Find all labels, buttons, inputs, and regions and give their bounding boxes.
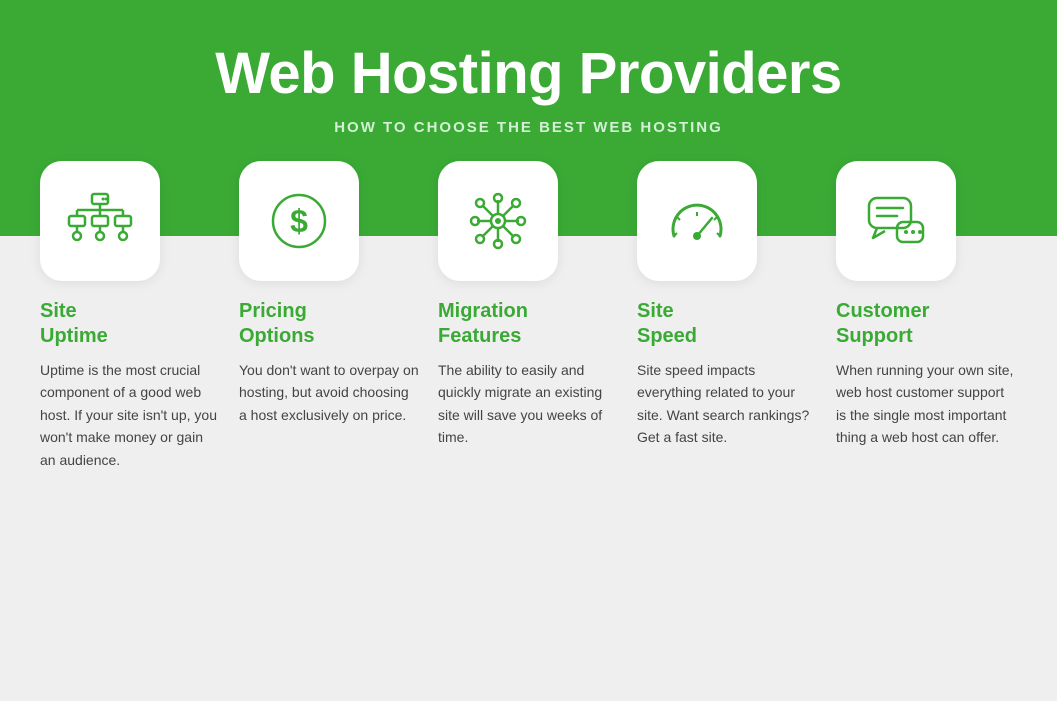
- card-site-speed: SiteSpeed Site speed impacts everything …: [637, 161, 818, 471]
- chat-icon: [861, 186, 931, 256]
- svg-text:$: $: [290, 203, 308, 239]
- card-title-customer-support: CustomerSupport: [836, 299, 929, 349]
- card-title-migration-features: MigrationFeatures: [438, 299, 528, 349]
- card-title-site-uptime: SiteUptime: [40, 299, 108, 349]
- icon-box-site-speed: [637, 161, 757, 281]
- card-desc-customer-support: When running your own site, web host cus…: [836, 359, 1017, 449]
- icon-box-pricing-options: $: [239, 161, 359, 281]
- icon-box-site-uptime: [40, 161, 160, 281]
- icon-box-migration-features: [438, 161, 558, 281]
- card-pricing-options: $ PricingOptions You don't want to overp…: [239, 161, 420, 471]
- card-desc-site-uptime: Uptime is the most crucial component of …: [40, 359, 221, 471]
- card-title-site-speed: SiteSpeed: [637, 299, 697, 349]
- gear-network-icon: [463, 186, 533, 256]
- icon-box-customer-support: [836, 161, 956, 281]
- subtitle: HOW TO CHOOSE THE BEST WEB HOSTING: [334, 119, 723, 136]
- content-section: SiteUptime Uptime is the most crucial co…: [0, 236, 1057, 701]
- speedometer-icon: [662, 186, 732, 256]
- page-wrapper: Web Hosting Providers HOW TO CHOOSE THE …: [0, 0, 1057, 701]
- card-customer-support: CustomerSupport When running your own si…: [836, 161, 1017, 471]
- network-icon: [65, 186, 135, 256]
- card-site-uptime: SiteUptime Uptime is the most crucial co…: [40, 161, 221, 471]
- card-title-pricing-options: PricingOptions: [239, 299, 315, 349]
- card-migration-features: MigrationFeatures The ability to easily …: [438, 161, 619, 471]
- card-desc-site-speed: Site speed impacts everything related to…: [637, 359, 818, 449]
- card-desc-pricing-options: You don't want to overpay on hosting, bu…: [239, 359, 420, 426]
- dollar-icon: $: [264, 186, 334, 256]
- cards-row: SiteUptime Uptime is the most crucial co…: [40, 161, 1017, 471]
- card-desc-migration-features: The ability to easily and quickly migrat…: [438, 359, 619, 449]
- main-title: Web Hosting Providers: [215, 40, 842, 107]
